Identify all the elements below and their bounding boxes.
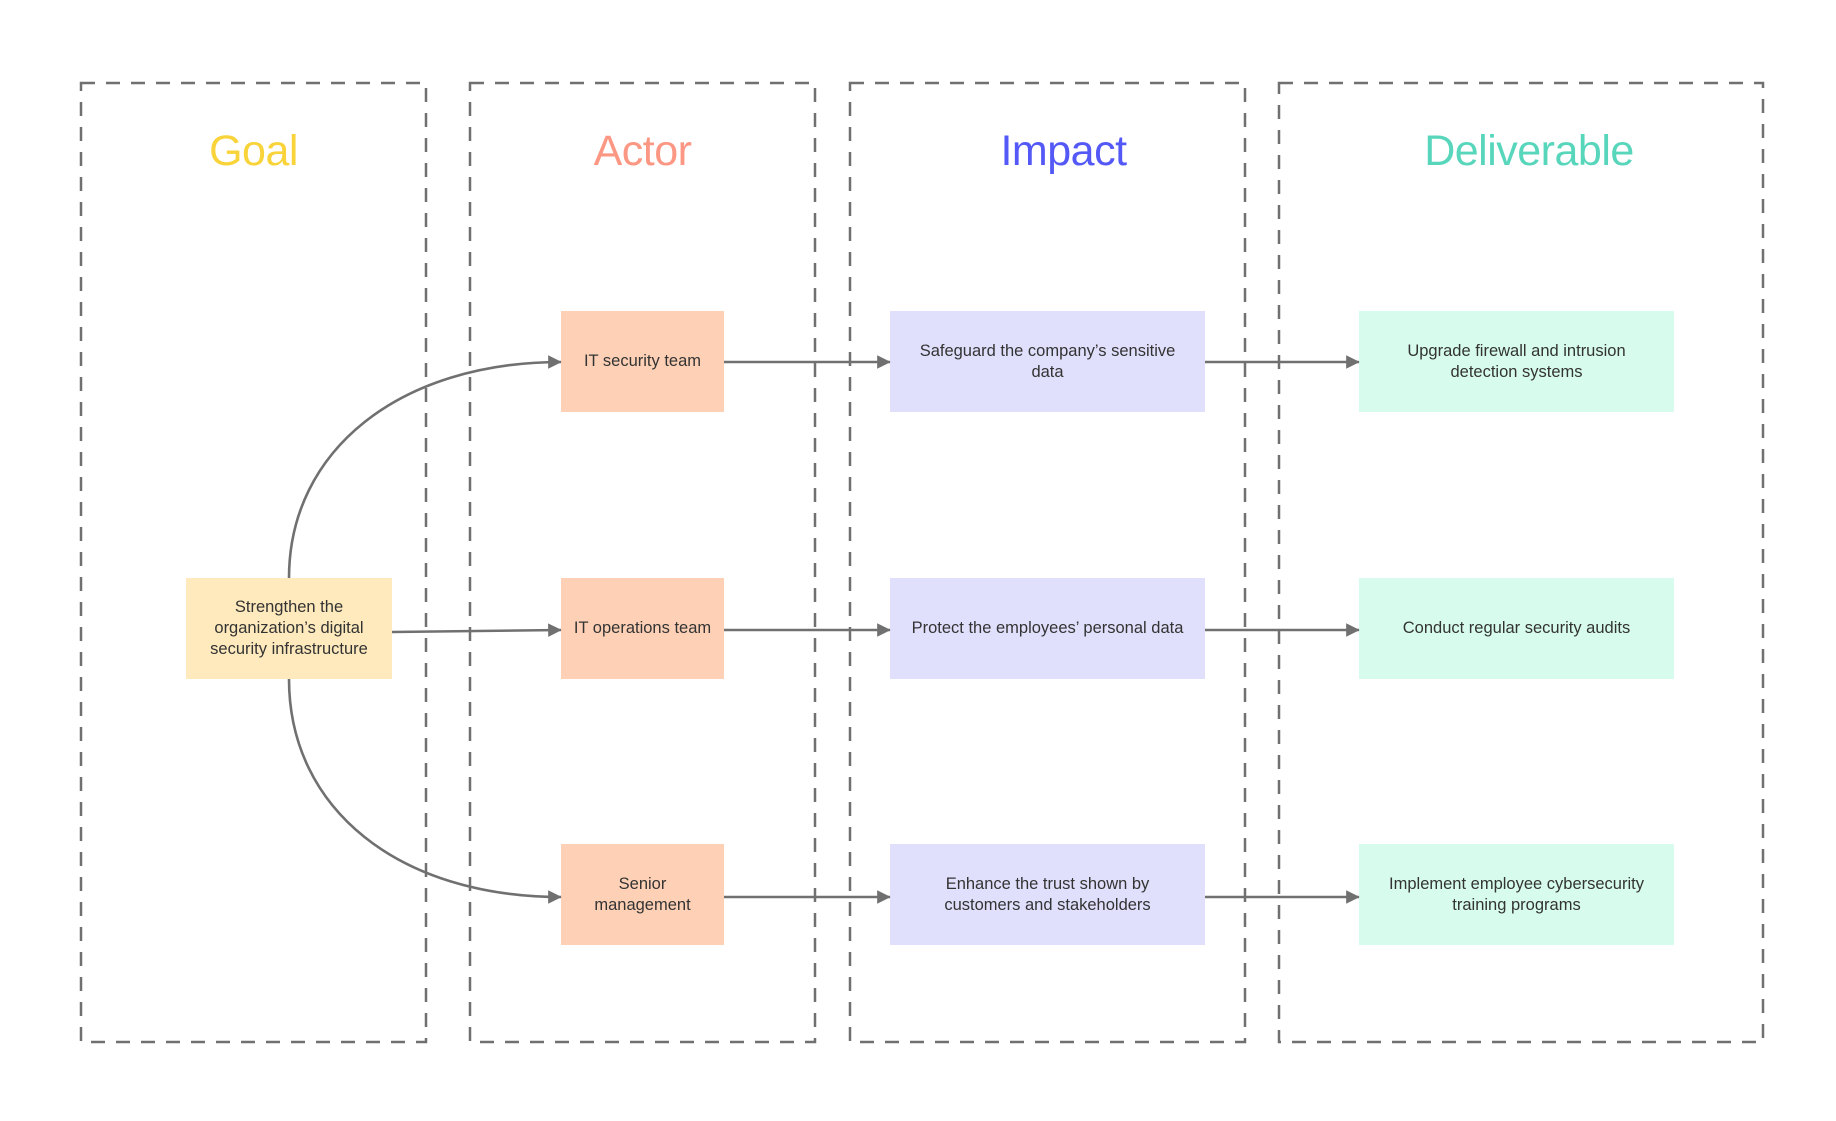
impact-node[interactable]: Safeguard the company’s sensitive data — [890, 311, 1205, 412]
actor-node[interactable]: Senior management — [561, 844, 724, 945]
heading-goal: Goal — [209, 127, 298, 175]
impact-node[interactable]: Protect the employees’ personal data — [890, 578, 1205, 679]
heading-actor: Actor — [593, 127, 692, 175]
actor-node[interactable]: IT operations team — [561, 578, 724, 679]
column-goal: Goal — [81, 83, 426, 1042]
deliverable-node[interactable]: Upgrade firewall and intrusion detection… — [1359, 311, 1674, 412]
heading-impact: Impact — [1000, 127, 1127, 175]
deliverable-node[interactable]: Implement employee cybersecurity trainin… — [1359, 844, 1674, 945]
goal-node[interactable]: Strengthen the organization’s digital se… — [186, 578, 392, 679]
impact-node[interactable]: Enhance the trust shown by customers and… — [890, 844, 1205, 945]
actor-node[interactable]: IT security team — [561, 311, 724, 412]
heading-deliverable: Deliverable — [1424, 127, 1634, 175]
deliverable-node[interactable]: Conduct regular security audits — [1359, 578, 1674, 679]
